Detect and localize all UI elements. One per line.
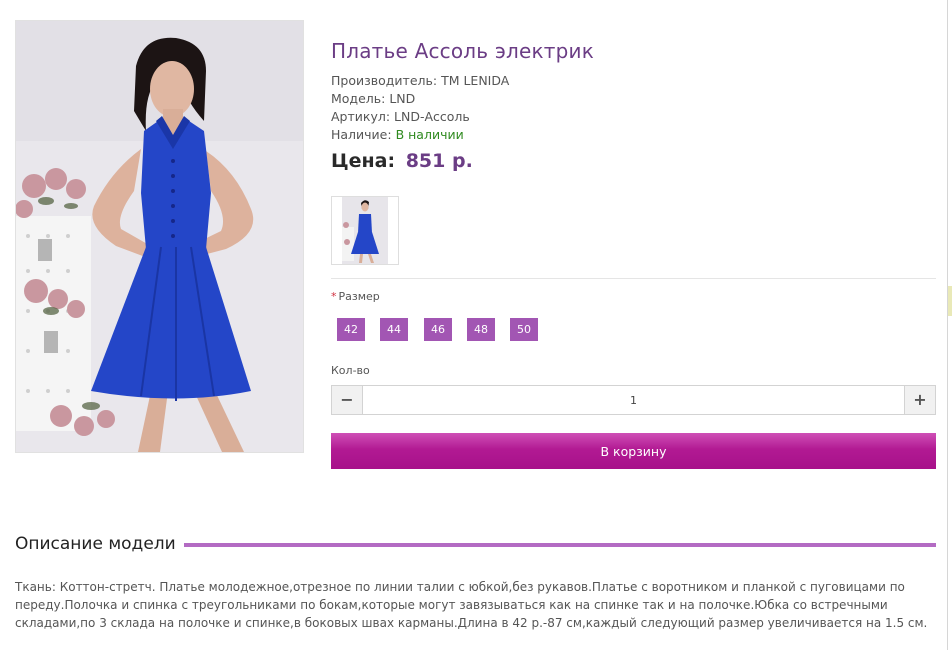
minus-icon[interactable]: −: [332, 386, 363, 414]
size-option-42[interactable]: 42: [337, 318, 365, 341]
required-mark: *: [331, 290, 337, 303]
size-option-46[interactable]: 46: [424, 318, 452, 341]
sku-row: Артикул: LND-Ассоль: [331, 108, 509, 126]
availability-status: В наличии: [395, 127, 464, 142]
manufacturer-value[interactable]: TM LENIDA: [441, 73, 509, 88]
product-title: Платье Ассоль электрик: [331, 39, 594, 63]
size-option-50[interactable]: 50: [510, 318, 538, 341]
size-label-text: Размер: [338, 290, 380, 303]
thumbnail-image: [342, 197, 388, 264]
price-label: Цена:: [331, 150, 396, 172]
scroll-marker: [948, 286, 952, 316]
availability-label: Наличие:: [331, 127, 392, 142]
page-right-border: [947, 0, 948, 650]
description-text: Ткань: Коттон-стретч. Платье молодежное,…: [15, 580, 928, 630]
manufacturer-row: Производитель: TM LENIDA: [331, 72, 509, 90]
product-main-image[interactable]: [15, 20, 304, 453]
size-label: * Размер: [331, 290, 380, 303]
sku-value: LND-Ассоль: [394, 109, 470, 124]
price-value: 851 р.: [405, 150, 473, 172]
product-info: Производитель: TM LENIDA Модель: LND Арт…: [331, 72, 509, 144]
model-row: Модель: LND: [331, 90, 509, 108]
product-thumbnail[interactable]: [331, 196, 399, 265]
add-to-cart-button[interactable]: В корзину: [331, 433, 936, 469]
quantity-label: Кол-во: [331, 364, 370, 377]
quantity-input[interactable]: [364, 386, 903, 414]
model-label: Модель:: [331, 91, 386, 106]
description-heading: Описание модели: [15, 534, 184, 554]
product-photo-illustration: [16, 21, 303, 452]
plus-icon[interactable]: +: [904, 386, 935, 414]
availability-row: Наличие: В наличии: [331, 126, 509, 144]
size-option-48[interactable]: 48: [467, 318, 495, 341]
description-heading-rule: [180, 543, 936, 547]
sku-label: Артикул:: [331, 109, 391, 124]
manufacturer-label: Производитель:: [331, 73, 438, 88]
price: Цена: 851 р.: [331, 150, 473, 172]
quantity-stepper: − +: [331, 385, 936, 415]
divider: [331, 278, 936, 279]
size-option-44[interactable]: 44: [380, 318, 408, 341]
model-value: LND: [389, 91, 416, 106]
